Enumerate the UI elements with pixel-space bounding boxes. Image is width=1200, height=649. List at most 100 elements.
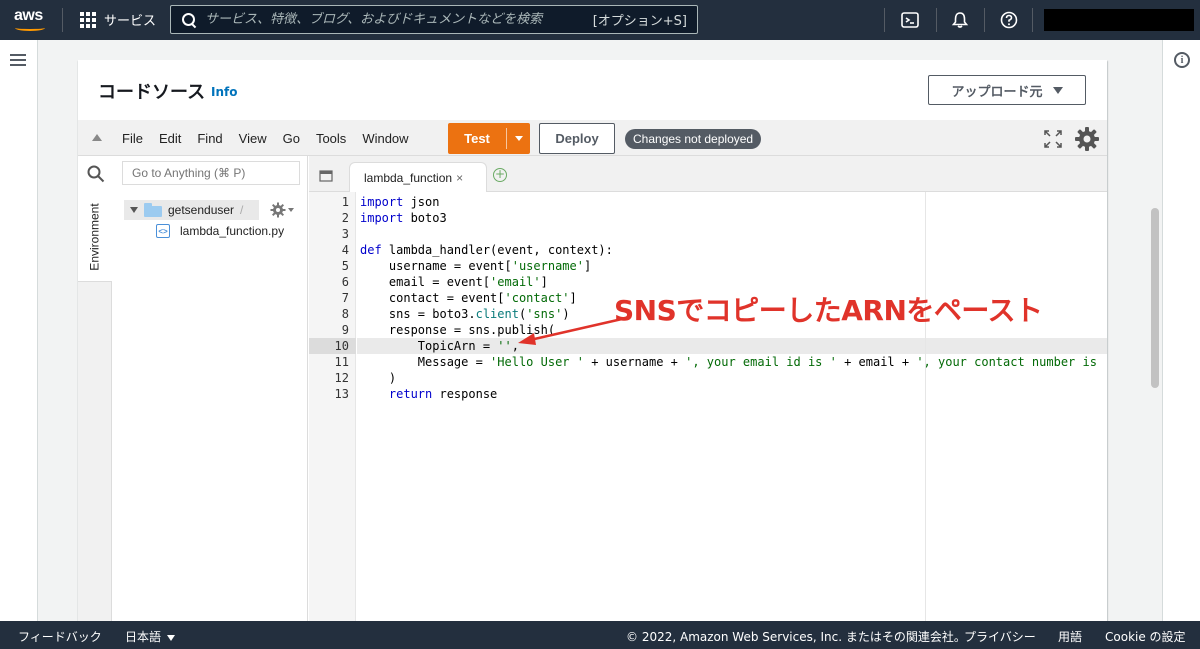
code-line: username = event['username'] (360, 259, 592, 273)
search-shortcut: [オプション+S] (592, 14, 687, 29)
editor-tab-bar: lambda_function × + (309, 156, 1107, 192)
deploy-status-badge: Changes not deployed (625, 129, 762, 149)
search-icon[interactable] (87, 165, 105, 183)
menu-edit[interactable]: Edit (159, 131, 181, 146)
line-number: 8 (341, 307, 349, 321)
top-navigation: aws サービス [オプション+S] (0, 0, 1200, 40)
menu-tools[interactable]: Tools (316, 131, 346, 146)
menu-find[interactable]: Find (197, 131, 222, 146)
menu-window[interactable]: Window (362, 131, 408, 146)
ide-menu-bar: File Edit Find View Go Tools Window (122, 120, 425, 156)
bell-icon[interactable] (950, 10, 970, 30)
tab-list-icon[interactable] (319, 167, 333, 182)
line-number: 10 (334, 339, 349, 353)
services-menu-button[interactable]: サービス (80, 10, 156, 29)
left-side-rail (0, 40, 38, 621)
deploy-button[interactable]: Deploy (539, 123, 615, 154)
go-to-anything-input[interactable] (122, 161, 300, 185)
nav-divider (62, 8, 63, 32)
tab-label: lambda_function (364, 170, 453, 185)
ide-toolbar: File Edit Find View Go Tools Window Test… (78, 120, 1107, 156)
aws-logo[interactable]: aws (14, 7, 50, 33)
tab-lambda-function[interactable]: lambda_function × (349, 162, 487, 192)
upload-from-button[interactable]: アップロード元 (928, 75, 1086, 105)
tree-folder-getsenduser[interactable]: getsenduser / (124, 200, 259, 220)
code-line-active: TopicArn = '', (360, 339, 519, 353)
account-menu-redacted[interactable] (1044, 9, 1194, 31)
file-name: lambda_function.py (180, 224, 285, 238)
test-dropdown-button[interactable] (507, 123, 530, 154)
file-tree-panel: Environment getsenduser / <> lambda_func… (78, 156, 308, 621)
code-line: contact = event['contact'] (360, 291, 577, 305)
folder-icon (144, 203, 162, 217)
menu-file[interactable]: File (122, 131, 143, 146)
language-label: 日本語 (125, 630, 162, 644)
info-panel-icon[interactable]: i (1174, 52, 1190, 68)
tree-file-lambda-function[interactable]: <> lambda_function.py (156, 224, 284, 238)
line-number: 6 (341, 275, 349, 289)
annotation-arrow-icon (518, 317, 623, 345)
hamburger-menu-icon[interactable] (10, 54, 26, 66)
right-side-rail: i (1162, 40, 1200, 621)
cloudshell-icon[interactable] (900, 10, 920, 30)
menu-view[interactable]: View (239, 131, 267, 146)
python-file-icon: <> (156, 224, 170, 238)
page-scrollbar[interactable] (1148, 40, 1162, 621)
code-line: ) (360, 371, 397, 385)
cookie-settings-link[interactable]: Cookie の設定 (1105, 628, 1186, 645)
environment-tab-strip: Environment (78, 192, 112, 621)
panel-title: コードソース (98, 82, 206, 103)
caret-down-icon (288, 208, 294, 212)
search-input[interactable] (205, 12, 593, 27)
line-number: 9 (341, 323, 349, 337)
environment-tab-label: Environment (88, 202, 102, 271)
page-scrollbar-thumb[interactable] (1151, 208, 1159, 388)
code-line: def lambda_handler(event, context): (360, 243, 613, 257)
menu-go[interactable]: Go (283, 131, 300, 146)
caret-down-icon (514, 136, 523, 141)
page-footer: フィードバック 日本語 © 2022, Amazon Web Services,… (0, 621, 1200, 649)
fullscreen-icon[interactable] (1044, 130, 1062, 148)
folder-path-suffix: / (240, 203, 244, 217)
info-link[interactable]: Info (211, 85, 237, 99)
editor-gutter: 1 2 3 4 5 6 7 8 9 10 11 12 13 (309, 192, 356, 621)
global-search[interactable]: [オプション+S] (170, 5, 698, 34)
collapse-toolbar-icon[interactable] (92, 134, 102, 141)
code-editor[interactable]: import json import boto3 def lambda_hand… (357, 192, 1107, 621)
line-number: 1 (341, 195, 349, 209)
caret-down-icon (1052, 86, 1063, 94)
code-line: Message = 'Hello User ' + username + ', … (360, 355, 1107, 369)
language-selector[interactable]: 日本語 (125, 628, 176, 645)
test-button[interactable]: Test (448, 123, 506, 154)
line-number: 2 (341, 211, 349, 225)
copyright-text: © 2022, Amazon Web Services, Inc. またはその関… (626, 630, 966, 644)
line-number: 11 (334, 355, 349, 369)
environment-tab[interactable]: Environment (78, 192, 112, 282)
line-number: 5 (341, 259, 349, 273)
search-icon (181, 12, 197, 28)
caret-down-icon (130, 207, 138, 213)
services-label: サービス (104, 14, 157, 29)
tree-settings-gear-icon[interactable] (270, 201, 296, 219)
add-tab-icon[interactable]: + (493, 168, 507, 182)
print-margin (925, 192, 926, 621)
privacy-link[interactable]: プライバシー (964, 628, 1036, 645)
nav-divider (1032, 8, 1033, 32)
feedback-link[interactable]: フィードバック (18, 628, 102, 645)
aws-logo-text: aws (14, 7, 43, 24)
nav-divider (936, 8, 937, 32)
code-line: email = event['email'] (360, 275, 548, 289)
upload-from-label: アップロード元 (951, 84, 1043, 100)
terms-link[interactable]: 用語 (1058, 628, 1082, 645)
gear-icon[interactable] (1074, 126, 1100, 152)
annotation-callout: SNSでコピーしたARNをペースト (614, 294, 1043, 327)
code-line: import boto3 (360, 211, 447, 225)
line-number: 13 (334, 387, 349, 401)
help-icon[interactable] (999, 10, 1019, 30)
code-line: import json (360, 195, 440, 209)
line-number: 4 (341, 243, 349, 257)
line-number: 12 (334, 371, 349, 385)
close-icon[interactable]: × (456, 171, 463, 185)
nav-divider (984, 8, 985, 32)
caret-down-icon (167, 634, 176, 641)
